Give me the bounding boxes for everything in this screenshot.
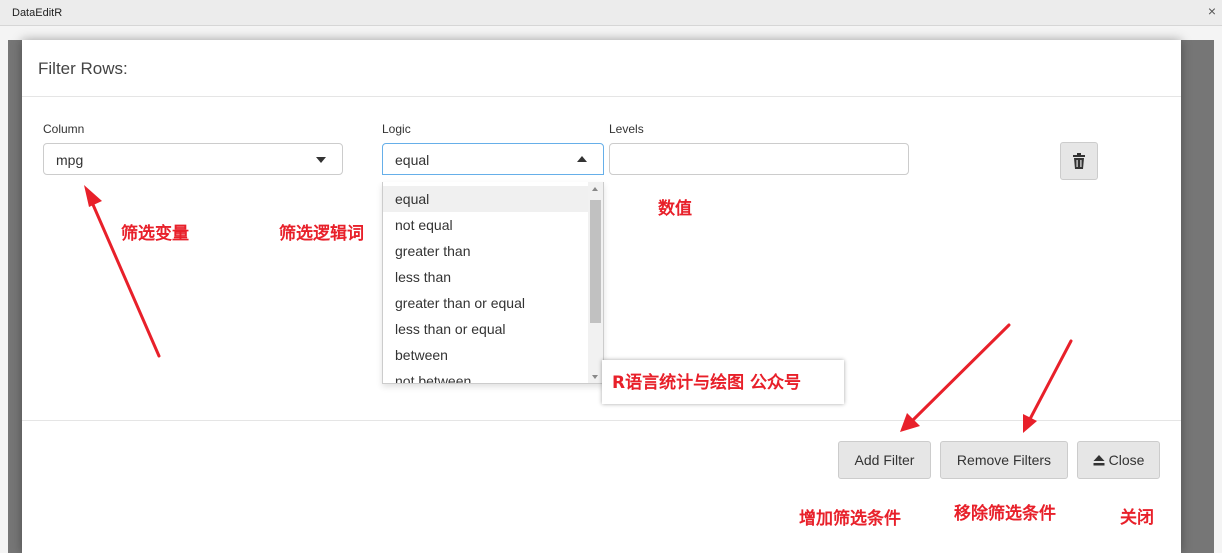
trash-icon bbox=[1073, 153, 1085, 169]
annotation-column: 筛选变量 bbox=[121, 224, 189, 244]
annotation-close: 关闭 bbox=[1120, 508, 1154, 528]
column-select-value: mpg bbox=[56, 152, 84, 168]
logic-select[interactable]: equal bbox=[382, 143, 604, 175]
watermark-label: R语言统计与绘图 公众号 bbox=[602, 360, 844, 404]
logic-option[interactable]: not between bbox=[383, 368, 588, 383]
dropdown-scrollbar[interactable] bbox=[588, 182, 603, 383]
logic-option[interactable]: greater than or equal bbox=[383, 290, 588, 316]
caret-up-icon bbox=[577, 156, 587, 162]
logic-option[interactable]: less than or equal bbox=[383, 316, 588, 342]
scroll-down-icon[interactable] bbox=[592, 375, 598, 379]
add-filter-button[interactable]: Add Filter bbox=[838, 441, 931, 479]
logic-label: Logic bbox=[382, 122, 411, 136]
annotation-logic: 筛选逻辑词 bbox=[279, 224, 364, 244]
logic-option[interactable]: less than bbox=[383, 264, 588, 290]
scroll-up-icon[interactable] bbox=[592, 187, 598, 191]
remove-filters-button[interactable]: Remove Filters bbox=[940, 441, 1068, 479]
window-close-icon[interactable]: × bbox=[1208, 3, 1216, 19]
logic-select-value: equal bbox=[395, 152, 430, 168]
logic-option[interactable]: greater than bbox=[383, 238, 588, 264]
footer-divider bbox=[22, 420, 1181, 421]
levels-input[interactable] bbox=[609, 143, 909, 175]
levels-label: Levels bbox=[609, 122, 644, 136]
annotation-add-filter: 增加筛选条件 bbox=[799, 509, 901, 529]
column-label: Column bbox=[43, 122, 85, 136]
logic-option[interactable]: between bbox=[383, 342, 588, 368]
close-button-label: Close bbox=[1108, 452, 1145, 468]
remove-row-button[interactable] bbox=[1060, 142, 1098, 180]
caret-down-icon bbox=[316, 157, 326, 163]
eject-icon bbox=[1093, 455, 1105, 466]
logic-option[interactable]: equal bbox=[383, 186, 588, 212]
dialog-header: Filter Rows: bbox=[22, 40, 1181, 97]
logic-options: equal not equal greater than less than g… bbox=[383, 186, 588, 383]
logic-dropdown: equal not equal greater than less than g… bbox=[382, 182, 604, 384]
scrollbar-thumb[interactable] bbox=[590, 200, 601, 323]
annotation-levels: 数值 bbox=[658, 199, 692, 219]
column-select[interactable]: mpg bbox=[43, 143, 343, 175]
dialog-title: Filter Rows: bbox=[38, 59, 128, 78]
filter-rows-dialog: Filter Rows: Column mpg Logic equal Leve… bbox=[22, 40, 1181, 553]
logic-option[interactable]: not equal bbox=[383, 212, 588, 238]
close-button[interactable]: Close bbox=[1077, 441, 1160, 479]
annotation-remove-filters: 移除筛选条件 bbox=[954, 504, 1056, 524]
window-title: DataEditR bbox=[12, 7, 63, 19]
window-titlebar: DataEditR × bbox=[0, 0, 1222, 26]
